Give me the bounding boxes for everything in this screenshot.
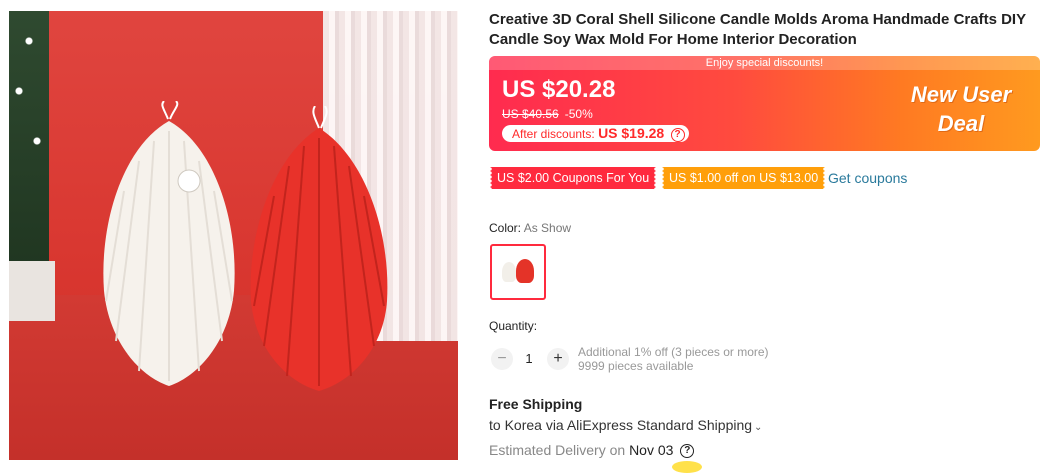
estimated-delivery-label: Estimated Delivery on (489, 442, 626, 458)
help-icon[interactable]: ? (680, 444, 695, 459)
coupon-store[interactable]: US $2.00 Coupons For You (490, 167, 657, 189)
quantity-decrease-button[interactable]: − (491, 348, 513, 370)
color-swatch-as-show[interactable] (490, 244, 546, 300)
quantity-label: Quantity: (489, 319, 538, 333)
swatch-red-candle (516, 259, 534, 283)
get-coupons-link[interactable]: Get coupons (828, 170, 907, 186)
image-pot (9, 261, 55, 321)
color-value: As Show (523, 221, 572, 235)
product-image[interactable] (9, 11, 458, 460)
estimated-delivery-date: Nov 03 (629, 442, 674, 458)
quantity-value[interactable]: 1 (519, 351, 539, 366)
bulk-discount-note: Additional 1% off (3 pieces or more) (578, 345, 769, 359)
help-icon[interactable]: ? (670, 127, 685, 142)
coupon-threshold[interactable]: US $1.00 off on US $13.00 (662, 167, 826, 189)
after-discount-price: US $19.28 (598, 125, 665, 141)
swatch-white-candle (502, 262, 516, 282)
badge-line-1: New User (910, 82, 1012, 107)
new-user-deal-banner[interactable]: Enjoy special discounts! US $20.28 US $4… (489, 56, 1040, 151)
image-tree (9, 11, 49, 286)
current-price: US $20.28 (502, 76, 616, 103)
shipping-route: to Korea via AliExpress Standard Shippin… (489, 417, 753, 433)
color-label: Color: As Show (489, 221, 571, 235)
original-price: US $40.56 (502, 107, 559, 121)
original-price-row: US $40.56 -50% (502, 107, 593, 121)
after-discount-label: After discounts: (512, 127, 595, 141)
quantity-increase-button[interactable]: + (547, 348, 569, 370)
new-user-deal-badge: New User Deal (901, 80, 1021, 138)
stock-available: 9999 pieces available (578, 359, 694, 373)
chevron-down-icon[interactable]: ⌄ (754, 422, 762, 433)
shipping-title: Free Shipping (489, 396, 583, 412)
after-discount-pill: After discounts: US $19.28 ? (502, 125, 689, 142)
color-label-text: Color: (489, 221, 522, 235)
candle-red (250, 106, 388, 391)
candle-white (103, 101, 235, 386)
deal-banner-text: Enjoy special discounts! (489, 56, 1040, 70)
badge-line-2: Deal (937, 111, 985, 136)
estimated-delivery: Estimated Delivery on Nov 03 ? (489, 442, 695, 459)
product-title: Creative 3D Coral Shell Silicone Candle … (489, 11, 1026, 48)
floating-widget[interactable] (672, 461, 702, 473)
quantity-note: Additional 1% off (3 pieces or more) 999… (578, 345, 769, 373)
shipping-method-selector[interactable]: to Korea via AliExpress Standard Shippin… (489, 417, 762, 433)
discount-percent: -50% (564, 107, 593, 121)
